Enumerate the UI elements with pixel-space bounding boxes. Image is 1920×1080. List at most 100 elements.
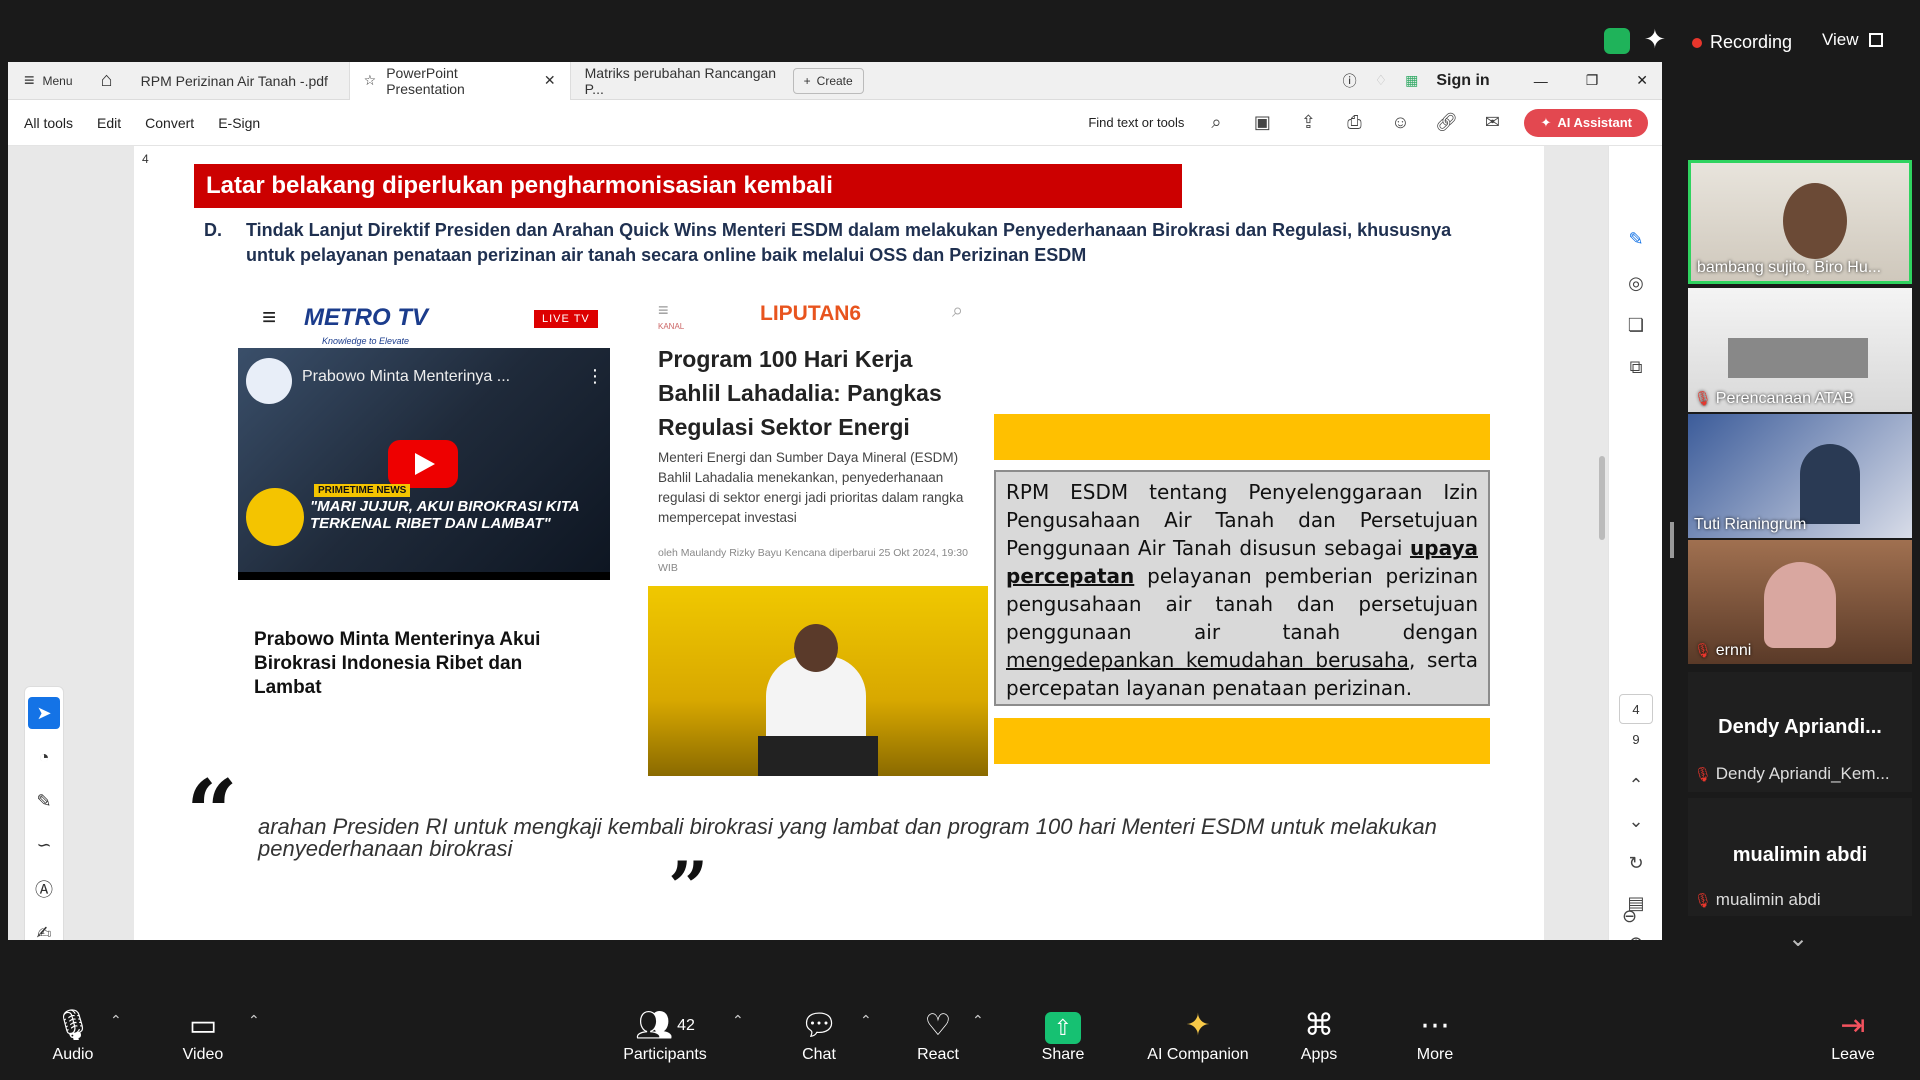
leave-label: Leave [1831, 1046, 1875, 1063]
chat-button[interactable]: 💬︎ Chat [764, 1006, 874, 1064]
open-quote-icon: “ [186, 760, 238, 866]
video-options-chevron-icon[interactable]: ⌃ [248, 1012, 260, 1029]
close-tab-icon[interactable]: ✕ [544, 72, 556, 89]
print-icon[interactable]: ⎙ [1340, 109, 1368, 137]
edit-page-icon[interactable]: ✎ [1623, 226, 1649, 252]
help-icon[interactable]: ⓘ [1343, 71, 1357, 91]
video-player[interactable]: Prabowo Minta Menterinya ... ⋮ PRIMETIME… [238, 348, 610, 580]
participant-tile[interactable]: bambang sujito, Biro Hu... [1688, 160, 1912, 284]
vertical-scrollbar[interactable] [1599, 456, 1605, 540]
participant-display-name: Dendy Apriandi... [1718, 716, 1882, 738]
chat-label: Chat [802, 1046, 836, 1063]
react-chevron-icon[interactable]: ⌃ [972, 1012, 984, 1029]
rotate-icon[interactable]: ↻ [1623, 850, 1649, 876]
comment-bubble-icon[interactable]: ◎ [1623, 270, 1649, 296]
video-quote: "MARI JUJUR, AKUI BIROKRASI KITA TERKENA… [310, 498, 580, 532]
left-tool-strip: ➤ ◔ ✎ ∽ Ⓐ ✍ ⋯ [24, 686, 64, 940]
tab-label: PowerPoint Presentation [386, 64, 465, 97]
kanal-menu-icon: ≡ [658, 300, 669, 320]
tab-matriks[interactable]: Matriks perubahan Rancangan P... [571, 62, 793, 100]
apps-grid-icon[interactable]: ▦ [1405, 72, 1418, 89]
edit-menu[interactable]: Edit [97, 115, 121, 131]
page-total-label: 9 [1632, 732, 1640, 747]
home-icon[interactable]: ⌂ [87, 62, 127, 100]
copy-pages-icon[interactable]: ⧉ [1623, 354, 1649, 380]
participants-button[interactable]: 👥︎ 42 Participants [610, 1006, 720, 1064]
sparkle-icon[interactable]: ✦ [1644, 24, 1666, 55]
apps-icon: ⌘ [1304, 1009, 1334, 1042]
meeting-room-scene [1728, 338, 1868, 378]
sign-icon[interactable]: ✍ [28, 917, 60, 941]
comment-icon[interactable]: ◔ [28, 741, 60, 773]
convert-menu[interactable]: Convert [145, 115, 194, 131]
participants-chevron-icon[interactable]: ⌃ [732, 1012, 744, 1029]
more-button[interactable]: ⋯ More [1380, 1006, 1490, 1064]
tab-label: Matriks perubahan Rancangan P... [584, 64, 777, 97]
mic-muted-icon: 🎙︎ [1694, 766, 1712, 782]
apps-button[interactable]: ⌘ Apps [1264, 1006, 1374, 1064]
save-icon[interactable]: ▣ [1248, 109, 1276, 137]
ai-companion-button[interactable]: ✦ AI Companion [1138, 1006, 1258, 1064]
participant-name: ernni [1715, 642, 1752, 659]
sign-in-button[interactable]: Sign in [1436, 72, 1489, 90]
share-label: Share [1041, 1046, 1085, 1063]
restore-icon[interactable]: ❐ [1586, 72, 1599, 89]
upload-cloud-icon[interactable]: ⇪ [1294, 109, 1322, 137]
rpm-summary-box: RPM ESDM tentang Penyelenggaraan Izin Pe… [994, 470, 1490, 706]
chat-chevron-icon[interactable]: ⌃ [860, 1012, 872, 1029]
bookmark-icon[interactable]: ❏ [1623, 312, 1649, 338]
slide-title-text: Latar belakang diperlukan pengharmonisas… [206, 172, 833, 199]
all-tools-menu[interactable]: All tools [24, 115, 73, 131]
tab-powerpoint[interactable]: ☆ PowerPoint Presentation ✕ [348, 62, 571, 100]
panel-resize-handle[interactable] [1670, 522, 1674, 558]
email-icon[interactable]: ✉ [1478, 109, 1506, 137]
liputan6-photo [648, 586, 988, 776]
lasso-icon[interactable]: ∽ [28, 829, 60, 861]
zoom-out-icon[interactable]: ⊖ [1622, 906, 1637, 927]
page-number-input[interactable]: 4 [1619, 694, 1653, 724]
view-label: View [1822, 30, 1859, 49]
pen-icon[interactable]: ✎ [28, 785, 60, 817]
close-window-icon[interactable]: ✕ [1636, 72, 1648, 89]
zoom-in-icon[interactable]: ⊕ [1623, 930, 1649, 941]
link-icon[interactable]: 🔗︎ [1432, 109, 1460, 137]
view-button[interactable]: View [1822, 30, 1883, 50]
star-icon[interactable]: ☆ [364, 72, 377, 89]
acrobat-toolbar: All tools Edit Convert E-Sign Find text … [8, 100, 1662, 146]
chevron-up-icon[interactable]: ⌃ [1623, 772, 1649, 798]
more-vertical-icon[interactable]: ⋮ [586, 366, 604, 387]
recording-label: Recording [1710, 32, 1793, 52]
participant-tile[interactable]: 🎙︎ Perencanaan ATAB [1688, 288, 1912, 412]
leave-button[interactable]: ⇥ Leave [1798, 1006, 1908, 1064]
participant-name: Perencanaan ATAB [1715, 390, 1854, 407]
recording-indicator[interactable]: Recording [1692, 32, 1792, 53]
esign-menu[interactable]: E-Sign [218, 115, 260, 131]
select-cursor-icon[interactable]: ➤ [28, 697, 60, 729]
text-box-icon[interactable]: Ⓐ [28, 873, 60, 905]
minimize-icon[interactable]: — [1534, 73, 1548, 89]
participant-name: mualimin abdi [1715, 890, 1821, 909]
tab-rpm-pdf[interactable]: RPM Perizinan Air Tanah -.pdf [127, 62, 349, 100]
share-user-icon[interactable]: ☺ [1386, 109, 1414, 137]
participant-tile[interactable]: Tuti Rianingrum [1688, 414, 1912, 538]
share-button[interactable]: ⇧ Share [1008, 1006, 1118, 1064]
audio-options-chevron-icon[interactable]: ⌃ [110, 1012, 122, 1029]
search-icon[interactable]: ⌕ [1202, 109, 1230, 137]
search-icon: ⌕ [952, 300, 964, 322]
play-icon[interactable] [388, 440, 458, 488]
create-button[interactable]: + Create [792, 67, 864, 94]
liputan6-logo: LIPUTAN6 [760, 302, 862, 325]
participant-tile[interactable]: 🎙︎ ernni [1688, 540, 1912, 664]
video-label: Video [182, 1046, 224, 1063]
chevron-down-icon[interactable]: ⌄ [1623, 808, 1649, 834]
scroll-down-icon[interactable]: ⌄ [1788, 924, 1808, 953]
bell-icon[interactable]: ♢ [1375, 72, 1388, 89]
page-number-label: 4 [142, 152, 149, 166]
find-tools-field[interactable]: Find text or tools [1088, 115, 1184, 130]
ai-assistant-button[interactable]: ✦ AI Assistant [1524, 108, 1648, 137]
video-button[interactable]: ▭ Video [148, 1006, 258, 1064]
menu-button[interactable]: ≡ Menu [8, 62, 87, 100]
shield-icon[interactable] [1604, 28, 1630, 54]
liputan6-summary: Menteri Energi dan Sumber Daya Mineral (… [658, 450, 964, 525]
live-tv-badge: LIVE TV [534, 310, 598, 328]
